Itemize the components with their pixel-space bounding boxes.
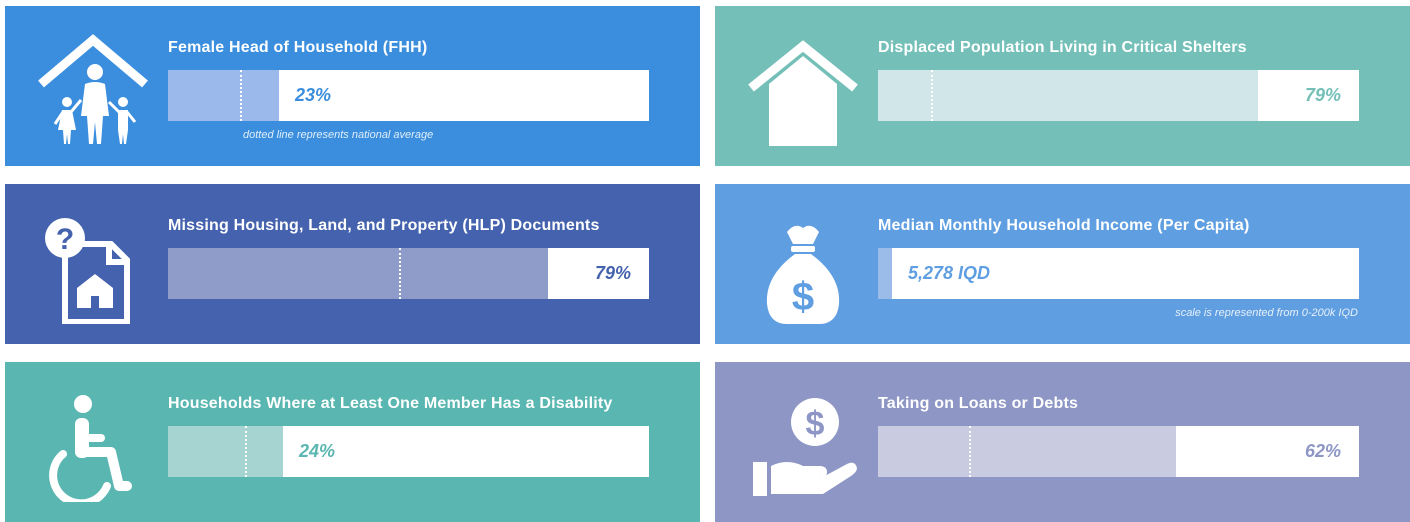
card-missing-hlp-documents: ? Missing Housing, Land, and Property (H… [5,184,700,344]
svg-text:$: $ [792,275,814,319]
card-loans-or-debts: $ Taking on Loans or Debts 62% [715,362,1410,522]
progress-fill [878,426,1176,477]
card-median-monthly-income: $ Median Monthly Household Income (Per C… [715,184,1410,344]
national-average-marker [1027,248,1029,299]
wheelchair-icon [33,382,153,502]
value-label: 23% [295,85,332,105]
svg-text:$: $ [806,405,825,443]
progress-bar: 24% [168,426,649,477]
card-title: Female Head of Household (FHH) [168,39,428,56]
national-average-marker [399,248,401,299]
missing-document-icon: ? [33,204,153,324]
money-bag-icon: $ [743,204,863,324]
progress-bar: 79% [878,70,1359,121]
progress-fill [168,70,279,121]
national-average-marker [931,70,933,121]
progress-fill [878,248,892,299]
card-title: Taking on Loans or Debts [878,395,1079,412]
value-label: 24% [299,441,336,461]
value-label: 5,278 IQD [908,263,991,283]
progress-bar: 62% [878,426,1359,477]
svg-text:?: ? [56,223,74,256]
value-label: 79% [594,263,631,283]
footnote: scale is represented from 0-200k IQD [1175,307,1358,319]
card-title: Missing Housing, Land, and Property (HLP… [168,217,600,234]
card-title: Median Monthly Household Income (Per Cap… [878,217,1250,234]
family-house-icon [33,26,153,146]
national-average-marker [245,426,247,477]
card-title: Households Where at Least One Member Has… [168,395,613,412]
card-title: Displaced Population Living in Critical … [878,39,1247,56]
progress-fill [168,248,548,299]
card-critical-shelters: Displaced Population Living in Critical … [715,6,1410,166]
national-average-marker [969,426,971,477]
hand-coin-icon: $ [743,382,863,502]
card-disability: Households Where at Least One Member Has… [5,362,700,522]
progress-bar: 23% [168,70,649,121]
progress-fill [878,70,1258,121]
card-female-head-of-household: Female Head of Household (FHH) 23% dotte… [5,6,700,166]
value-label: 62% [1304,441,1341,461]
house-icon [743,26,863,146]
progress-bar: 79% [168,248,649,299]
national-average-marker [240,70,242,121]
value-label: 79% [1304,85,1341,105]
progress-bar: 5,278 IQD [878,248,1359,299]
progress-fill [168,426,283,477]
footnote: dotted line represents national average [243,129,434,141]
